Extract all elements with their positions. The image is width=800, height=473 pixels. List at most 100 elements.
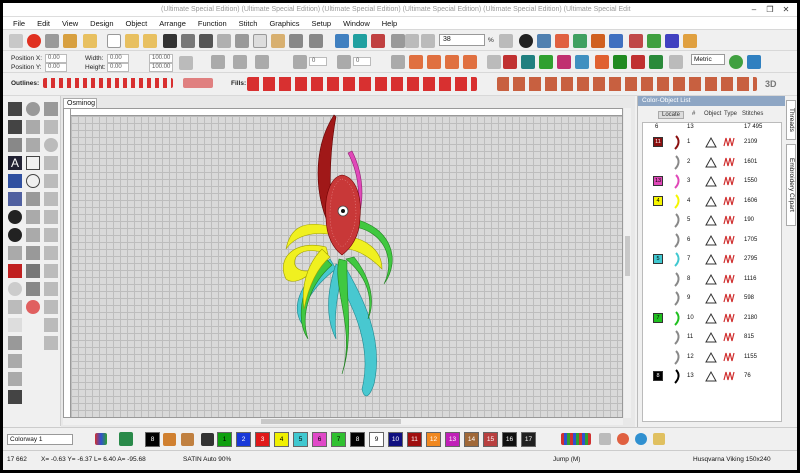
palette-swatch[interactable]: 8	[350, 432, 365, 447]
undo-icon[interactable]	[289, 34, 303, 48]
refresh-icon[interactable]	[729, 55, 743, 69]
list-item[interactable]: 5 190	[643, 211, 781, 230]
pan-icon[interactable]	[499, 34, 513, 48]
palette-swatch[interactable]: 10	[388, 432, 403, 447]
cut-icon[interactable]	[235, 34, 249, 48]
gear-icon[interactable]	[26, 264, 40, 278]
ellipse-tool-icon[interactable]	[26, 174, 40, 188]
list-item[interactable]: 8 13 76	[643, 367, 781, 386]
heart-icon[interactable]	[595, 55, 609, 69]
slant-icon[interactable]	[337, 55, 351, 69]
shirt-icon[interactable]	[647, 34, 661, 48]
spiral-icon[interactable]	[44, 120, 58, 134]
lines-icon[interactable]	[8, 336, 22, 350]
color-wheel-icon[interactable]	[95, 433, 107, 445]
palette-swatch[interactable]: 13	[445, 432, 460, 447]
list-item[interactable]: 12 1155	[643, 348, 781, 367]
oval-tool-icon[interactable]	[44, 192, 58, 206]
units-select[interactable]: Metric	[691, 54, 725, 65]
bezier-icon[interactable]	[26, 138, 40, 152]
palette-swatch[interactable]: 17	[521, 432, 536, 447]
globe-icon[interactable]	[635, 433, 647, 445]
home-icon[interactable]	[9, 34, 23, 48]
travel-icon[interactable]	[353, 34, 367, 48]
rotate-field[interactable]: 0	[309, 57, 327, 66]
color-swatch[interactable]: 11	[653, 137, 663, 147]
height-percent-field[interactable]: 100.00	[149, 63, 173, 72]
list-item[interactable]: 4 4 1606	[643, 192, 781, 211]
lock-proportions-icon[interactable]	[179, 56, 193, 70]
hatch-icon[interactable]	[44, 264, 58, 278]
hexagon-icon[interactable]	[8, 246, 22, 260]
lettering-tool-icon[interactable]	[44, 246, 58, 260]
menu-stitch[interactable]: Stitch	[233, 17, 264, 30]
thread-chart-button[interactable]	[561, 433, 591, 445]
filled-dot-icon[interactable]	[8, 228, 22, 242]
maximize-button[interactable]: ❐	[763, 4, 777, 15]
options-icon[interactable]	[669, 55, 683, 69]
slant-field[interactable]: 0	[353, 57, 371, 66]
position-x-field[interactable]: 0.00	[45, 54, 67, 63]
fill-stitch-types[interactable]	[247, 77, 477, 91]
effect-tools[interactable]	[497, 77, 757, 91]
embroidery-clipart-tab[interactable]: Embroidery Clipart	[786, 144, 796, 226]
open-icon[interactable]	[125, 34, 139, 48]
palette-swatch[interactable]: 15	[483, 432, 498, 447]
palette-swatch[interactable]: 3	[255, 432, 270, 447]
triangle-icon[interactable]	[44, 318, 58, 332]
menu-graphics[interactable]: Graphics	[263, 17, 305, 30]
border-icon[interactable]	[649, 55, 663, 69]
diamond-icon[interactable]	[8, 192, 22, 206]
circle-icon[interactable]	[463, 55, 477, 69]
redo-icon[interactable]	[309, 34, 323, 48]
embroidery-design[interactable]	[64, 109, 623, 418]
compass-icon[interactable]	[44, 300, 58, 314]
pen-icon[interactable]	[8, 138, 22, 152]
path-icon[interactable]	[8, 372, 22, 386]
text-icon[interactable]: A	[8, 156, 22, 170]
color-palette-icon[interactable]	[573, 34, 587, 48]
menu-view[interactable]: View	[56, 17, 84, 30]
open-folder-icon[interactable]	[143, 34, 157, 48]
monogram-tool-icon[interactable]	[8, 174, 22, 188]
color-blend-icon[interactable]	[26, 300, 40, 314]
palette-swatch[interactable]: 5	[293, 432, 308, 447]
menu-setup[interactable]: Setup	[305, 17, 337, 30]
ring-icon[interactable]	[44, 138, 58, 152]
color-film-icon[interactable]	[371, 34, 385, 48]
hand-icon[interactable]	[63, 34, 77, 48]
palette-swatch[interactable]: 12	[426, 432, 441, 447]
rotate-icon[interactable]	[293, 55, 307, 69]
print-preview-icon[interactable]	[181, 34, 195, 48]
paste-icon[interactable]	[271, 34, 285, 48]
palette-swatch[interactable]: 6	[312, 432, 327, 447]
list-item[interactable]: 6 1705	[643, 231, 781, 250]
eyedropper-icon[interactable]	[163, 433, 176, 446]
scissors-icon[interactable]	[8, 354, 22, 368]
list-item[interactable]: 11 1 2109	[643, 133, 781, 152]
threads-tab[interactable]: Threads	[786, 100, 796, 140]
width-field[interactable]: 0.00	[107, 54, 129, 63]
balloon-icon[interactable]	[45, 34, 59, 48]
print-icon[interactable]	[199, 34, 213, 48]
layers-icon[interactable]	[8, 390, 22, 404]
minimize-button[interactable]: –	[747, 4, 761, 15]
close-button[interactable]: ✕	[779, 4, 793, 15]
color-swatch[interactable]: 13	[653, 176, 663, 186]
color-swatch[interactable]: 7	[653, 312, 663, 323]
add-color-icon[interactable]	[201, 433, 214, 446]
flip-icon[interactable]	[211, 55, 225, 69]
spool-icon[interactable]	[653, 433, 665, 445]
folder-icon[interactable]	[83, 34, 97, 48]
rectangle-icon[interactable]	[26, 156, 40, 170]
list-item[interactable]: 2 1601	[643, 153, 781, 172]
select-icon[interactable]	[8, 102, 22, 116]
color-object-list[interactable]: 6 13 17 495 11 1 2109 2 1601 13 3 1550 4 4 1606 5 19…	[642, 122, 782, 422]
menu-file[interactable]: File	[3, 17, 31, 30]
satin-column-icon[interactable]	[26, 210, 40, 224]
vertical-scrollbar[interactable]	[624, 108, 631, 418]
width-percent-field[interactable]: 100.00	[149, 54, 173, 63]
new-file-icon[interactable]	[107, 34, 121, 48]
hoop-icon[interactable]	[629, 34, 643, 48]
star-icon[interactable]	[26, 192, 40, 206]
